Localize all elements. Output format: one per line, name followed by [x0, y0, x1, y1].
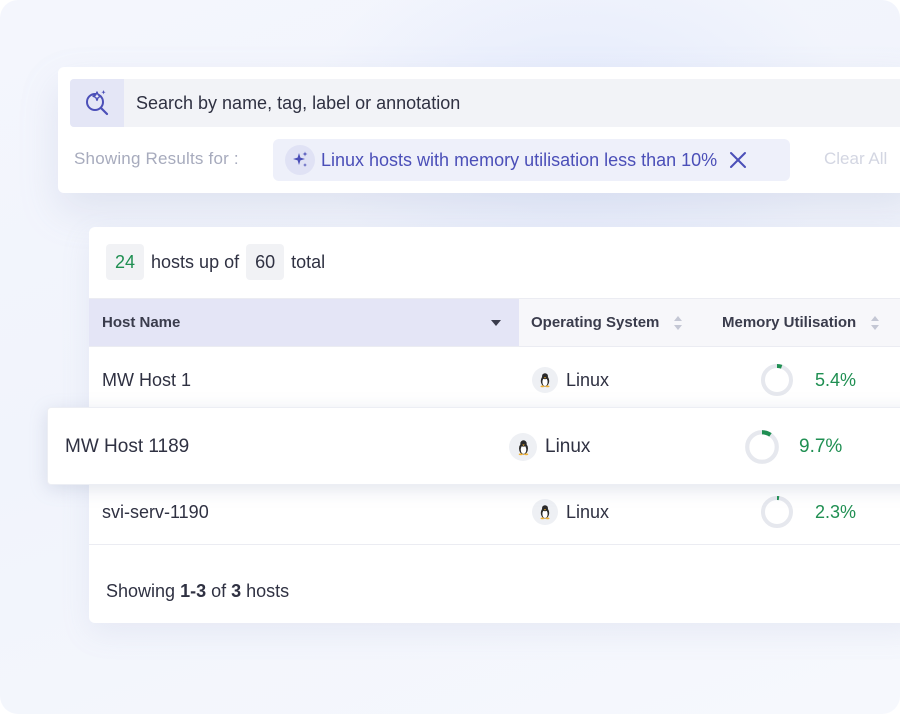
sparkle-search-icon[interactable]	[70, 79, 124, 127]
table-row-highlighted[interactable]: MW Host 1189 Linux 9.7%	[47, 407, 900, 485]
filter-chip-label: Linux hosts with memory utilisation less…	[321, 149, 718, 170]
table-row[interactable]: MW Host 1 Linux 5.4%	[89, 347, 900, 413]
table-header: Host Name Operating System Memory Utilis…	[89, 298, 900, 347]
close-icon[interactable]	[727, 149, 749, 171]
sort-descending-icon[interactable]	[491, 319, 501, 327]
column-header-host-name[interactable]: Host Name	[89, 299, 519, 346]
sort-icon[interactable]	[673, 315, 683, 331]
linux-penguin-icon	[532, 499, 558, 525]
os-label: Linux	[566, 501, 610, 522]
hosts-up-text: hosts up of	[151, 251, 240, 272]
filter-chip[interactable]: Linux hosts with memory utilisation less…	[273, 139, 790, 181]
host-name[interactable]: MW Host 1189	[65, 408, 189, 486]
pagination-prefix: Showing	[106, 581, 176, 601]
pagination-range: 1-3	[180, 581, 207, 601]
os-cell: Linux	[532, 347, 609, 413]
search-input[interactable]	[136, 79, 836, 127]
results-row: Showing Results for : Linux hosts with m…	[74, 139, 900, 181]
memory-ring-chart	[761, 496, 793, 528]
search-bar[interactable]	[70, 79, 900, 127]
pagination-of: of	[211, 581, 227, 601]
column-header-label: Operating System	[531, 314, 660, 331]
memory-ring-chart	[761, 364, 793, 396]
search-panel: Showing Results for : Linux hosts with m…	[58, 67, 900, 193]
sort-icon[interactable]	[870, 315, 880, 331]
host-name[interactable]: MW Host 1	[102, 347, 191, 413]
pagination-suffix: hosts	[246, 581, 290, 601]
os-label: Linux	[545, 436, 591, 457]
pagination-count: 3	[231, 581, 242, 601]
table-row[interactable]: svi-serv-1190 Linux 2.3%	[89, 479, 900, 545]
results-label: Showing Results for :	[74, 149, 239, 168]
linux-penguin-icon	[532, 367, 558, 393]
memory-value: 9.7%	[799, 436, 843, 457]
column-header-memory-utilisation[interactable]: Memory Utilisation	[722, 299, 880, 346]
hosts-total-count: 60	[246, 244, 285, 280]
linux-penguin-icon	[509, 433, 537, 461]
os-label: Linux	[566, 369, 610, 390]
column-header-operating-system[interactable]: Operating System	[531, 299, 683, 346]
sparkles-icon	[285, 145, 315, 175]
hosts-up-count: 24	[106, 244, 145, 280]
pagination-summary: Showing 1-3 of 3 hosts	[106, 581, 289, 602]
column-header-label: Memory Utilisation	[722, 314, 857, 331]
memory-value: 5.4%	[815, 369, 857, 390]
column-header-label: Host Name	[102, 314, 181, 331]
os-cell: Linux	[509, 408, 590, 486]
memory-cell: 9.7%	[743, 408, 842, 486]
clear-all-button[interactable]: Clear All	[824, 149, 887, 169]
hosts-summary: 24 hosts up of 60 total	[106, 244, 332, 280]
memory-cell: 2.3%	[759, 479, 856, 545]
memory-value: 2.3%	[815, 501, 857, 522]
memory-cell: 5.4%	[759, 347, 856, 413]
host-name[interactable]: svi-serv-1190	[102, 479, 209, 545]
os-cell: Linux	[532, 479, 609, 545]
memory-ring-chart	[745, 430, 779, 464]
app-canvas: Showing Results for : Linux hosts with m…	[0, 0, 900, 714]
hosts-total-text: total	[291, 251, 326, 272]
